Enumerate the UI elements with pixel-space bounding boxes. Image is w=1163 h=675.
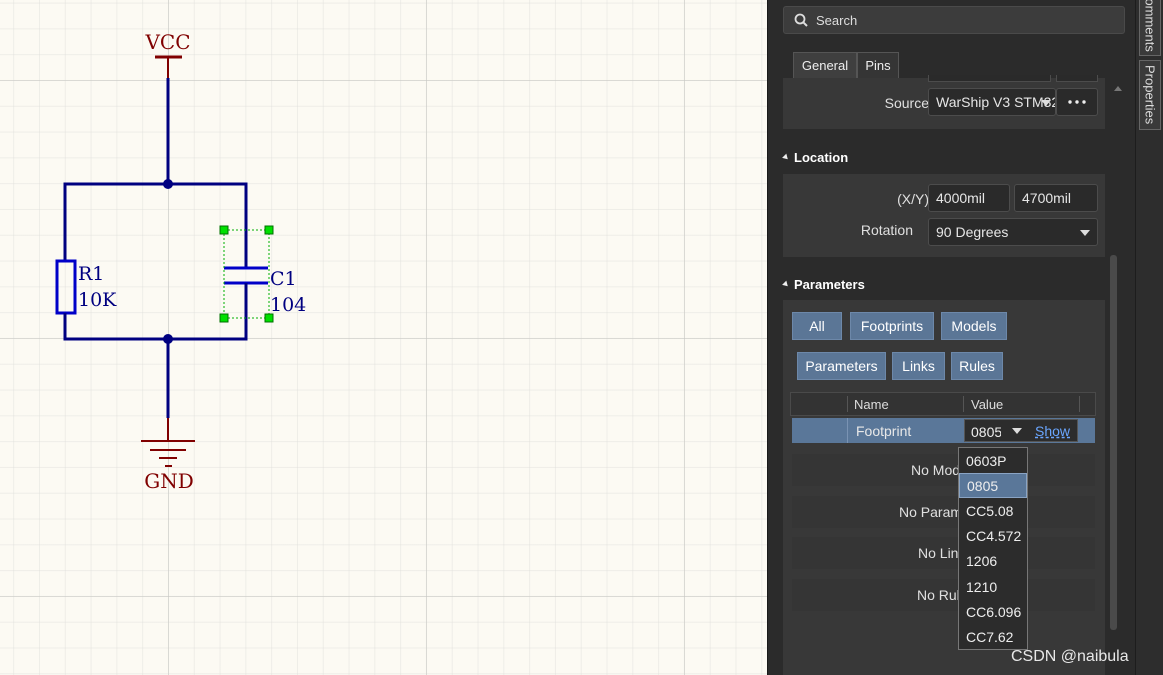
truncated-field xyxy=(1056,75,1098,82)
r1-value: 10K xyxy=(78,289,117,311)
tab-general[interactable]: General xyxy=(793,52,857,78)
footprint-dropdown-list[interactable]: 0603P 0805 CC5.08 CC4.572 1206 1210 CC6.… xyxy=(958,447,1028,650)
rotation-select[interactable]: 90 Degrees xyxy=(928,218,1098,246)
truncated-field xyxy=(928,75,1051,82)
footprint-value: 0805 xyxy=(971,424,1001,440)
location-section: (X/Y) 4000mil 4700mil Rotation 90 Degree… xyxy=(783,174,1105,257)
search-input[interactable]: Search xyxy=(783,6,1125,34)
tab-comments[interactable]: Comments xyxy=(1139,0,1161,56)
c1-selection-handle[interactable] xyxy=(219,313,229,323)
chevron-down-icon[interactable] xyxy=(1012,428,1022,434)
filter-all-button[interactable]: All xyxy=(792,312,842,340)
column-divider xyxy=(963,396,964,412)
empty-parameters-text: No Param xyxy=(899,504,963,520)
panel-scrollbar[interactable] xyxy=(1110,255,1117,630)
dropdown-option[interactable]: CC7.62 xyxy=(959,624,1027,649)
dropdown-option[interactable]: CC6.096 xyxy=(959,599,1027,624)
collapse-triangle-icon xyxy=(782,153,790,162)
c1-designator: C1 xyxy=(270,268,297,290)
column-divider xyxy=(847,396,848,412)
chevron-down-icon xyxy=(1041,100,1051,106)
parameters-section-header[interactable]: Parameters xyxy=(782,277,865,292)
net-wires[interactable] xyxy=(63,78,248,418)
source-label: Source xyxy=(884,95,929,111)
filter-parameters-button[interactable]: Parameters xyxy=(797,352,886,380)
junction-bottom xyxy=(163,334,173,344)
general-section: Source WarShip V3 STM32 xyxy=(783,75,1105,129)
side-tab-strip: Comments Properties xyxy=(1135,0,1163,675)
empty-rules-text: No Rul xyxy=(917,587,960,603)
dropdown-option-selected[interactable]: 0805 xyxy=(959,473,1027,499)
resistor-r1[interactable]: R1 10K xyxy=(55,238,117,318)
gnd-power-port[interactable]: GND xyxy=(141,418,195,493)
rotation-value: 90 Degrees xyxy=(936,224,1009,240)
scroll-up-arrow-icon[interactable] xyxy=(1114,86,1122,91)
x-input[interactable]: 4000mil xyxy=(928,184,1010,212)
empty-links-row: No Lin xyxy=(792,537,1095,569)
parameters-heading: Parameters xyxy=(794,277,865,292)
empty-parameters-row: No Param xyxy=(792,496,1095,528)
c1-selection-handle[interactable] xyxy=(219,225,229,235)
junction-top xyxy=(163,179,173,189)
column-name-header[interactable]: Name xyxy=(854,397,889,412)
schematic-canvas[interactable]: VCC R1 10K C1 104 GND xyxy=(0,0,767,675)
source-select[interactable]: WarShip V3 STM32 xyxy=(928,88,1056,116)
dropdown-option[interactable]: CC5.08 xyxy=(959,498,1027,523)
c1-selection-handle[interactable] xyxy=(264,225,274,235)
footprint-name: Footprint xyxy=(856,423,912,439)
filter-rules-button[interactable]: Rules xyxy=(951,352,1003,380)
row-selector-cell[interactable] xyxy=(792,418,848,443)
c1-value: 104 xyxy=(270,294,306,316)
dropdown-option[interactable]: CC4.572 xyxy=(959,524,1027,549)
vcc-power-port[interactable]: VCC xyxy=(144,30,191,78)
filter-links-button[interactable]: Links xyxy=(892,352,945,380)
r1-designator: R1 xyxy=(78,263,104,285)
search-placeholder: Search xyxy=(816,12,858,28)
gnd-label: GND xyxy=(144,469,194,493)
footprint-value-combo[interactable]: 0805 Show xyxy=(964,419,1078,442)
source-value: WarShip V3 STM32 xyxy=(936,94,1056,110)
dropdown-option[interactable]: 1206 xyxy=(959,549,1027,574)
capacitor-c1[interactable]: C1 104 xyxy=(219,225,306,323)
tab-comments-label: Comments xyxy=(1142,0,1158,52)
tab-properties[interactable]: Properties xyxy=(1139,60,1161,130)
tab-properties-label: Properties xyxy=(1142,65,1158,125)
chevron-down-icon xyxy=(1080,230,1090,236)
column-value-header[interactable]: Value xyxy=(971,397,1003,412)
vcc-label: VCC xyxy=(144,30,190,54)
ellipsis-icon xyxy=(1068,100,1086,104)
filter-footprints-button[interactable]: Footprints xyxy=(850,312,934,340)
dropdown-option[interactable]: 1210 xyxy=(959,574,1027,599)
location-section-header[interactable]: Location xyxy=(782,150,849,165)
xy-label: (X/Y) xyxy=(897,191,929,207)
empty-models-text: No Mod xyxy=(911,462,961,478)
column-divider xyxy=(1079,396,1080,412)
show-link[interactable]: Show xyxy=(1035,423,1070,439)
filter-models-button[interactable]: Models xyxy=(941,312,1007,340)
empty-links-text: No Lin xyxy=(918,545,959,561)
footprint-row[interactable]: Footprint 0805 Show xyxy=(792,418,1095,443)
watermark-text: CSDN @naibula xyxy=(1011,648,1129,665)
schematic-drawing[interactable]: VCC R1 10K C1 104 GND xyxy=(0,0,767,675)
y-input[interactable]: 4700mil xyxy=(1014,184,1098,212)
search-icon xyxy=(794,13,808,27)
rotation-label: Rotation xyxy=(860,222,913,238)
dropdown-option[interactable]: 0603P xyxy=(959,448,1027,473)
properties-panel: Search General Pins Source WarShip V3 ST… xyxy=(767,0,1135,675)
source-more-button[interactable] xyxy=(1056,88,1098,116)
collapse-triangle-icon xyxy=(782,280,790,289)
tab-pins[interactable]: Pins xyxy=(857,52,899,78)
empty-rules-row: No Rul xyxy=(792,579,1095,611)
parameters-grid-header: Name Value xyxy=(790,392,1096,416)
empty-models-row: No Mod xyxy=(792,454,1095,486)
location-heading: Location xyxy=(794,150,849,165)
